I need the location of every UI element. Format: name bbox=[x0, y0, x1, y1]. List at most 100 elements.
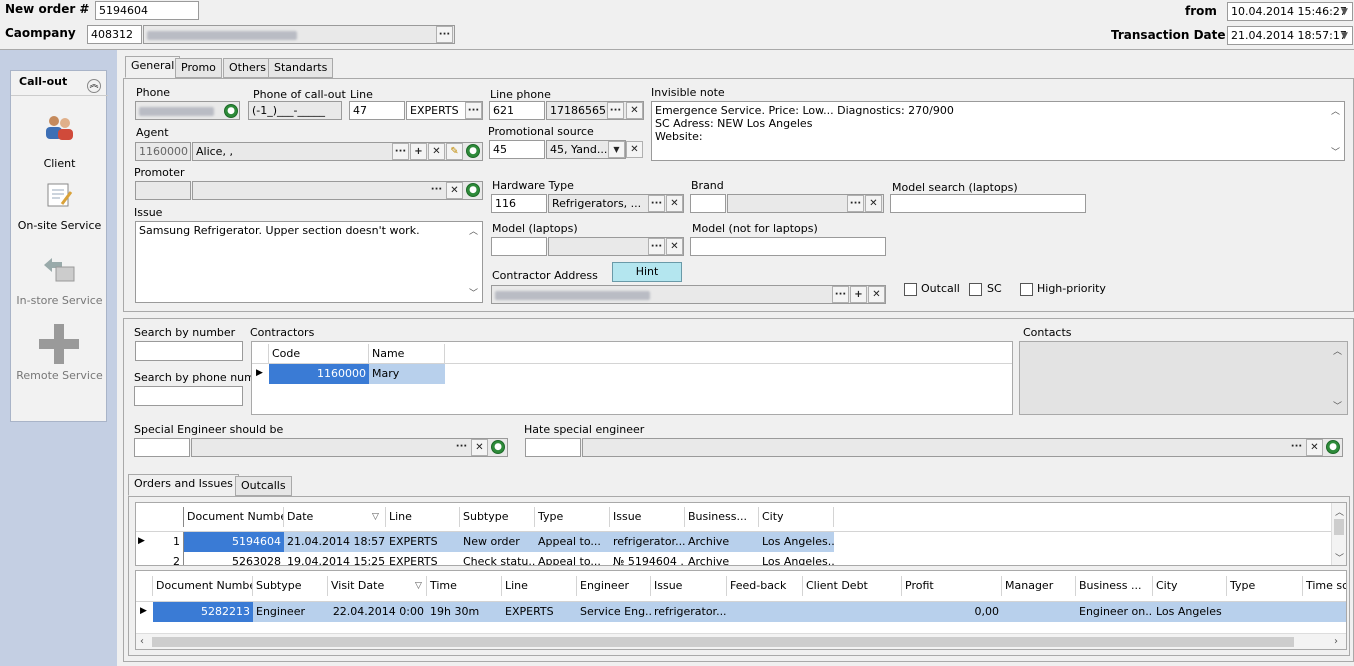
contacts-scroll-up-icon[interactable]: ︿ bbox=[1333, 344, 1342, 357]
contacts-scroll-down-icon[interactable]: ﹀ bbox=[1333, 399, 1342, 412]
transaction-date-field[interactable]: 21.04.2014 18:57:17 bbox=[1227, 26, 1353, 45]
contractors-col-name[interactable]: Name bbox=[369, 344, 445, 364]
company-code-field[interactable]: 408312 bbox=[87, 25, 142, 44]
note-scroll-down-icon[interactable]: ﹀ bbox=[1331, 145, 1340, 158]
promoter-code-field[interactable] bbox=[135, 181, 191, 200]
visits-scroll-right-icon[interactable]: › bbox=[1334, 636, 1338, 647]
visits-col-manager[interactable]: Manager bbox=[1002, 576, 1076, 596]
visit-row-subtype[interactable]: Engineer bbox=[253, 602, 328, 622]
visit-row-feedback[interactable] bbox=[727, 602, 803, 622]
order-row-city[interactable]: Los Angeles... bbox=[759, 552, 834, 565]
visits-col-line[interactable]: Line bbox=[502, 576, 577, 596]
issue-field[interactable]: Samsung Refrigerator. Upper section does… bbox=[135, 221, 483, 303]
agent-code-field[interactable]: 1160000 bbox=[135, 142, 191, 161]
company-name-field[interactable] bbox=[143, 25, 455, 44]
hardware-type-code-field[interactable]: 116 bbox=[491, 194, 547, 213]
hate-engineer-code-field[interactable] bbox=[525, 438, 581, 457]
order-row-issue[interactable]: № 5194604 ... bbox=[610, 552, 685, 565]
contractor-address-clear-button[interactable]: ✕ bbox=[868, 286, 885, 303]
order-row-type[interactable]: Appeal to... bbox=[535, 552, 610, 565]
contacts-field[interactable] bbox=[1019, 341, 1348, 415]
client-icon[interactable] bbox=[43, 113, 75, 141]
brand-browse-button[interactable]: ··· bbox=[847, 195, 864, 212]
issue-scroll-down-icon[interactable]: ﹀ bbox=[469, 286, 478, 299]
note-scroll-up-icon[interactable]: ︿ bbox=[1331, 104, 1340, 117]
order-row-business[interactable]: Archive bbox=[685, 552, 759, 565]
model-laptops-browse-button[interactable]: ··· bbox=[648, 238, 665, 255]
onsite-service-button[interactable]: On-site Service bbox=[11, 219, 108, 232]
visits-col-time[interactable]: Time bbox=[427, 576, 502, 596]
visits-col-issue[interactable]: Issue bbox=[651, 576, 727, 596]
visits-col-client-debt[interactable]: Client Debt bbox=[803, 576, 902, 596]
from-date-field[interactable]: 10.04.2014 15:46:27 bbox=[1227, 2, 1353, 21]
hate-engineer-go-icon[interactable]: ● bbox=[1326, 440, 1340, 454]
contractor-address-add-button[interactable]: + bbox=[850, 286, 867, 303]
special-engineer-browse-button[interactable]: ··· bbox=[453, 439, 470, 456]
contractor-address-browse-button[interactable]: ··· bbox=[832, 286, 849, 303]
callout-phone-field[interactable]: (-1_)___-_____ bbox=[248, 101, 342, 120]
line-code-field[interactable]: 47 bbox=[349, 101, 405, 120]
order-row-date[interactable]: 19.04.2014 15:25 bbox=[284, 552, 386, 565]
visit-row-visit-date[interactable]: 22.04.2014 0:00 bbox=[328, 602, 427, 622]
visit-row-profit[interactable]: 0,00 bbox=[902, 602, 1002, 622]
high-priority-checkbox[interactable] bbox=[1020, 283, 1033, 296]
visits-col-business[interactable]: Business ... bbox=[1076, 576, 1153, 596]
tab-others[interactable]: Others bbox=[223, 58, 272, 78]
orders-col-business[interactable]: Business... bbox=[685, 507, 759, 527]
visits-col-doc[interactable]: Document Number bbox=[153, 576, 253, 596]
tab-outcalls[interactable]: Outcalls bbox=[235, 476, 292, 496]
promoter-clear-button[interactable]: ✕ bbox=[446, 182, 463, 199]
promoter-go-icon[interactable]: ● bbox=[466, 183, 480, 197]
order-row-date[interactable]: 21.04.2014 18:57 bbox=[284, 532, 386, 552]
agent-edit-icon[interactable]: ✎ bbox=[446, 143, 463, 160]
order-row-line[interactable]: EXPERTS bbox=[386, 552, 460, 565]
visits-scroll-thumb[interactable] bbox=[152, 637, 1294, 647]
hardware-type-clear-button[interactable]: ✕ bbox=[666, 195, 683, 212]
order-row-subtype[interactable]: New order bbox=[460, 532, 535, 552]
orders-col-city[interactable]: City bbox=[759, 507, 834, 527]
visit-row-manager[interactable] bbox=[1002, 602, 1076, 622]
agent-go-icon[interactable]: ● bbox=[466, 144, 480, 158]
contractors-col-code[interactable]: Code bbox=[269, 344, 369, 364]
hardware-type-browse-button[interactable]: ··· bbox=[648, 195, 665, 212]
special-engineer-code-field[interactable] bbox=[134, 438, 190, 457]
line-phone-browse-button[interactable]: ··· bbox=[607, 102, 624, 119]
order-row-doc[interactable]: 5263028 bbox=[184, 552, 284, 565]
company-browse-button[interactable]: ··· bbox=[436, 26, 453, 43]
promo-source-code-field[interactable]: 45 bbox=[489, 140, 545, 159]
agent-clear-button[interactable]: ✕ bbox=[428, 143, 445, 160]
orders-col-type[interactable]: Type bbox=[535, 507, 610, 527]
line-phone-clear-button[interactable]: ✕ bbox=[626, 102, 643, 119]
visit-row-time[interactable]: 19h 30m bbox=[427, 602, 502, 622]
client-button[interactable]: Client bbox=[11, 157, 108, 170]
transaction-dropdown-icon[interactable]: ▼ bbox=[1341, 31, 1348, 41]
order-row-city[interactable]: Los Angeles... bbox=[759, 532, 834, 552]
order-row-business[interactable]: Archive bbox=[685, 532, 759, 552]
order-row-type[interactable]: Appeal to... bbox=[535, 532, 610, 552]
visit-row-issue[interactable]: refrigerator... bbox=[651, 602, 727, 622]
orders-scroll-thumb[interactable] bbox=[1334, 519, 1344, 535]
order-row-doc[interactable]: 5194604 bbox=[184, 532, 284, 552]
orders-col-line[interactable]: Line bbox=[386, 507, 460, 527]
tab-promo[interactable]: Promo bbox=[175, 58, 222, 78]
orders-col-issue[interactable]: Issue bbox=[610, 507, 685, 527]
orders-col-doc[interactable]: Document Number bbox=[184, 507, 284, 527]
search-phone-input[interactable] bbox=[134, 386, 243, 406]
hint-button[interactable]: Hint bbox=[612, 262, 682, 282]
order-row-subtype[interactable]: Check statu... bbox=[460, 552, 535, 565]
visit-row-business[interactable]: Engineer on... bbox=[1076, 602, 1153, 622]
orders-scroll-down-icon[interactable]: ﹀ bbox=[1335, 551, 1344, 564]
visits-col-type[interactable]: Type bbox=[1227, 576, 1303, 596]
line-phone-code-field[interactable]: 621 bbox=[489, 101, 545, 120]
visits-col-feedback[interactable]: Feed-back bbox=[727, 576, 803, 596]
brand-clear-button[interactable]: ✕ bbox=[865, 195, 882, 212]
tab-general[interactable]: General bbox=[125, 56, 181, 78]
orders-scroll-up-icon[interactable]: ︿ bbox=[1335, 505, 1344, 518]
order-row-line[interactable]: EXPERTS bbox=[386, 532, 460, 552]
model-laptops-code-field[interactable] bbox=[491, 237, 547, 256]
from-dropdown-icon[interactable]: ▼ bbox=[1341, 7, 1348, 17]
tab-standarts[interactable]: Standarts bbox=[268, 58, 334, 78]
visits-h-scrollbar[interactable]: ‹ › bbox=[136, 633, 1346, 649]
visits-col-city[interactable]: City bbox=[1153, 576, 1227, 596]
search-number-input[interactable] bbox=[135, 341, 243, 361]
